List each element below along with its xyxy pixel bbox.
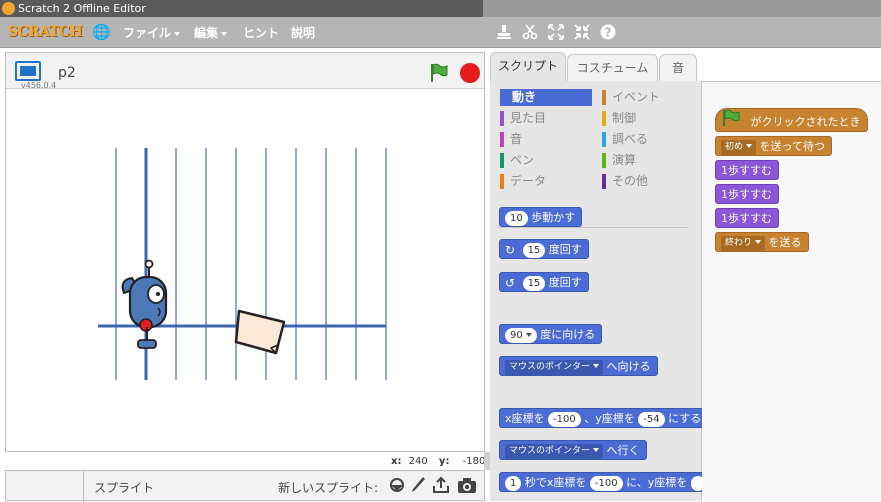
category-events[interactable]: イベント bbox=[602, 89, 688, 106]
green-flag-icon[interactable] bbox=[428, 62, 450, 84]
tab-costumes[interactable]: コスチューム bbox=[567, 54, 658, 82]
dropdown-icon bbox=[593, 364, 600, 368]
paper-sprite[interactable] bbox=[234, 309, 286, 355]
block-broadcast-and-wait[interactable]: 初め を送って待つ bbox=[715, 136, 832, 156]
menu-about[interactable]: 説明 bbox=[291, 26, 315, 40]
dropdown-icon bbox=[174, 31, 181, 36]
tab-sounds[interactable]: 音 bbox=[659, 54, 697, 82]
sprite-bar: スプライト 新しいスプライト: bbox=[5, 470, 485, 502]
fullscreen-icon[interactable] bbox=[15, 61, 41, 81]
new-sprite-label: 新しいスプライト: bbox=[278, 481, 379, 495]
stop-icon[interactable] bbox=[460, 63, 480, 83]
upload-sprite-icon[interactable] bbox=[432, 476, 450, 498]
app-icon bbox=[2, 2, 15, 15]
menu-hints[interactable]: ヒント bbox=[243, 26, 279, 40]
dropdown-icon bbox=[746, 144, 753, 148]
grow-icon[interactable] bbox=[548, 24, 564, 44]
block-glide[interactable]: 1 秒でx座標を -100 に、y座標を bbox=[499, 472, 702, 492]
robot-sprite[interactable] bbox=[121, 259, 168, 349]
block-move-steps[interactable]: 10 歩動かす bbox=[499, 207, 583, 227]
block-go-to[interactable]: マウスのポインター へ行く bbox=[499, 440, 647, 460]
category-motion[interactable]: 動き bbox=[500, 89, 592, 106]
script-canvas[interactable]: がクリックされたとき 初め を送って待つ 1歩すすむ 1歩すすむ 1歩すすむ 終… bbox=[702, 81, 881, 501]
stage-header: p2 v456.0.4 bbox=[6, 53, 484, 90]
block-when-flag-clicked[interactable]: がクリックされたとき bbox=[715, 108, 868, 132]
title-bar-gap bbox=[483, 0, 881, 17]
block-say-3[interactable]: 1歩すすむ bbox=[715, 208, 779, 228]
scratch-logo[interactable]: SCRATCH bbox=[8, 24, 83, 40]
help-icon[interactable]: ? bbox=[600, 24, 616, 44]
stage-panel: p2 v456.0.4 bbox=[5, 52, 485, 452]
category-looks[interactable]: 見た目 bbox=[500, 110, 586, 127]
rotate-left-icon: ↺ bbox=[505, 276, 516, 290]
choose-sprite-library-icon[interactable] bbox=[388, 476, 406, 498]
category-sensing[interactable]: 調べる bbox=[602, 131, 688, 148]
tab-scripts[interactable]: スクリプト bbox=[490, 52, 566, 82]
shrink-icon[interactable] bbox=[574, 24, 590, 44]
block-turn-right[interactable]: ↻ 15 度回す bbox=[499, 239, 589, 259]
title-bar: Scratch 2 Offline Editor bbox=[0, 0, 881, 17]
camera-icon[interactable] bbox=[457, 476, 477, 498]
block-go-to-xy[interactable]: x座標を -100 、y座標を -54 にする bbox=[499, 408, 702, 428]
category-control[interactable]: 制御 bbox=[602, 110, 688, 127]
block-broadcast[interactable]: 終わり を送る bbox=[715, 232, 809, 252]
category-operators[interactable]: 演算 bbox=[602, 152, 688, 169]
category-more[interactable]: その他 bbox=[602, 173, 688, 190]
category-data[interactable]: データ bbox=[500, 173, 586, 190]
block-say-1[interactable]: 1歩すすむ bbox=[715, 160, 779, 180]
stage-canvas[interactable] bbox=[6, 90, 484, 451]
svg-text:?: ? bbox=[605, 26, 612, 40]
green-flag-icon bbox=[721, 109, 741, 136]
globe-icon[interactable]: 🌐 bbox=[92, 24, 111, 41]
dropdown-icon bbox=[755, 240, 762, 244]
stage-drawing bbox=[98, 148, 387, 380]
project-name[interactable]: p2 bbox=[58, 65, 76, 81]
menu-edit[interactable]: 編集 bbox=[194, 26, 228, 40]
block-point-towards[interactable]: マウスのポインター へ向ける bbox=[499, 356, 658, 376]
dropdown-icon bbox=[593, 448, 600, 452]
dropdown-icon bbox=[221, 31, 228, 36]
duplicate-stamp-icon[interactable] bbox=[496, 24, 512, 44]
dropdown-icon bbox=[525, 332, 532, 337]
window-title: Scratch 2 Offline Editor bbox=[18, 2, 146, 15]
mouse-coords: x: 240 y: -180 bbox=[391, 456, 486, 467]
block-palette: 動き 見た目 音 ペン データ イベント 制御 調べる 演算 その他 10 歩動… bbox=[490, 81, 702, 501]
block-point-direction[interactable]: 90 度に向ける bbox=[499, 324, 603, 344]
version-label: v456.0.4 bbox=[21, 81, 57, 90]
block-turn-left[interactable]: ↺ 15 度回す bbox=[499, 272, 589, 292]
rotate-right-icon: ↻ bbox=[505, 243, 516, 257]
cut-scissors-icon[interactable] bbox=[522, 24, 538, 44]
block-say-2[interactable]: 1歩すすむ bbox=[715, 184, 779, 204]
category-pen[interactable]: ペン bbox=[500, 152, 586, 169]
sprites-title: スプライト bbox=[94, 481, 155, 495]
menu-file[interactable]: ファイル bbox=[123, 26, 181, 40]
scripts-area: スクリプト コスチューム 音 動き 見た目 音 ペン データ イベント 制御 調… bbox=[490, 52, 881, 501]
paint-sprite-icon[interactable] bbox=[410, 476, 426, 498]
category-sound[interactable]: 音 bbox=[500, 131, 586, 148]
menu-bar: SCRATCH 🌐 ファイル 編集 ヒント 説明 ? bbox=[0, 17, 881, 48]
editor-tabs: スクリプト コスチューム 音 bbox=[490, 52, 881, 82]
